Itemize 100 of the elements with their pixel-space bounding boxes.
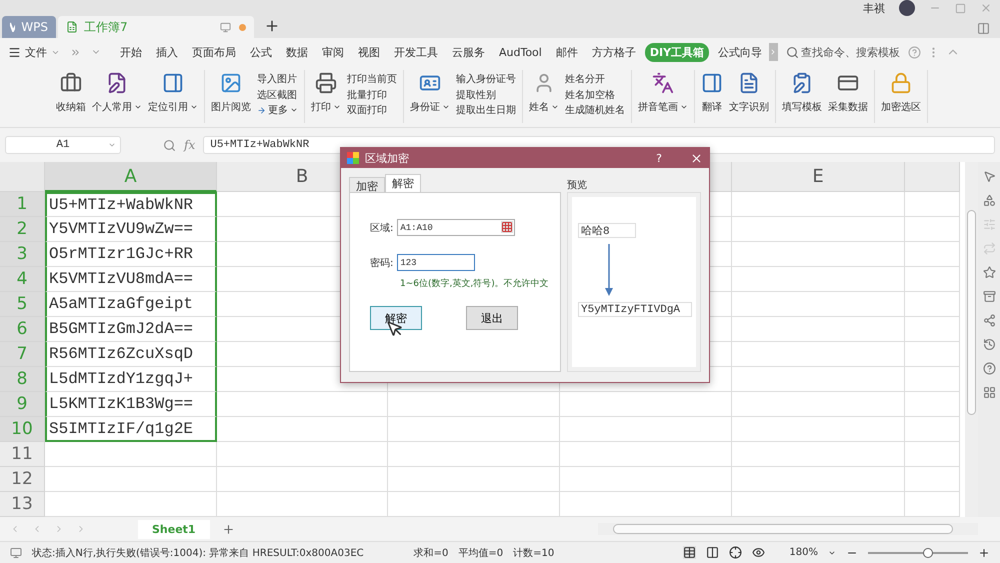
share-icon[interactable] <box>982 314 996 327</box>
slider-thumb[interactable] <box>923 548 933 558</box>
clipboard-icon <box>791 72 813 94</box>
ribbon-button[interactable]: 批量打印 <box>347 88 397 102</box>
ribbon-button[interactable]: 姓名分开 <box>565 72 625 86</box>
note-icon <box>106 72 128 94</box>
user-name: 丰祺 <box>863 0 885 16</box>
history-icon[interactable] <box>982 338 996 351</box>
horizontal-scrollbar[interactable] <box>598 523 978 535</box>
normal-view-icon[interactable] <box>683 546 696 559</box>
menu-tab[interactable]: 方方格子 <box>586 42 641 62</box>
app-icon <box>347 152 359 164</box>
row-header[interactable]: 11 <box>0 442 45 467</box>
help-button[interactable]: ? <box>656 152 662 164</box>
reading-mode-icon[interactable] <box>729 546 742 559</box>
scroll-thumb[interactable] <box>967 210 976 415</box>
zoom-icon[interactable] <box>163 138 176 152</box>
pointer-icon[interactable] <box>982 170 996 183</box>
table-cell: S5IMTIzIF/q1g2E <box>45 417 217 442</box>
ribbon-button[interactable]: 提取性别 <box>456 88 516 102</box>
help-icon[interactable] <box>908 46 922 58</box>
ribbon-button[interactable]: 导入图片 <box>257 72 298 86</box>
ribbon-button[interactable]: 输入身份证号 <box>456 72 516 86</box>
range-field[interactable]: A1:A10 <box>397 219 516 236</box>
star-icon[interactable] <box>982 266 996 279</box>
ribbon-button[interactable]: 双面打印 <box>347 103 397 117</box>
table-cell: K5VMTIzVU8mdA== <box>45 267 217 292</box>
shapes-icon[interactable] <box>982 194 996 207</box>
ribbon-button[interactable]: 姓名 <box>529 70 559 123</box>
ribbon-button[interactable]: 生成随机姓名 <box>565 103 625 117</box>
menu-tab[interactable]: 页面布局 <box>187 42 241 62</box>
ribbon-button[interactable]: 打印 <box>311 70 341 123</box>
ribbon-button[interactable]: 更多 <box>257 103 298 117</box>
table-cell <box>905 342 960 367</box>
ribbon-button[interactable]: 收纳箱 <box>56 70 86 123</box>
preview-title: 预览 <box>567 179 588 192</box>
ribbon-button[interactable]: 填写模板 <box>782 70 822 123</box>
ribbon-button[interactable]: 拼音笔画 <box>638 70 688 123</box>
apps-icon[interactable] <box>982 386 996 399</box>
dialog-tab[interactable]: 加密 <box>349 177 385 192</box>
table-cell: Y5VMTIzVU9wZw== <box>45 217 217 242</box>
dialog-button[interactable]: 解密 <box>370 306 422 330</box>
close-button[interactable] <box>690 152 703 164</box>
vertical-scrollbar[interactable] <box>965 162 978 517</box>
ribbon-button[interactable]: 个人常用 <box>92 70 142 123</box>
caret-icon <box>108 141 116 149</box>
ribbon-button[interactable]: 打印当前页 <box>347 72 397 86</box>
monitor-icon <box>220 22 231 32</box>
ribbon-button[interactable]: 提取出生日期 <box>456 103 516 117</box>
table-cell: U5+MTIz+WabWkNR <box>45 192 217 217</box>
search-field[interactable]: 查找命令、搜索模板 <box>801 44 900 60</box>
scroll-thumb[interactable] <box>613 524 953 534</box>
table-cell: B5GMTIzGmJ2dA== <box>45 317 217 342</box>
ribbon-button[interactable]: 翻译 <box>701 70 723 123</box>
new-tab-button[interactable] <box>264 18 280 34</box>
row-header[interactable]: 12 <box>0 467 45 492</box>
name-box[interactable]: A1 <box>5 136 121 154</box>
ribbon-button[interactable]: 选区截图 <box>257 88 298 102</box>
menu-tab[interactable]: 开始 <box>115 42 147 62</box>
ribbon-button[interactable]: 姓名加空格 <box>565 88 625 102</box>
menu-tab[interactable]: 公式向导 <box>713 42 768 62</box>
more-icon[interactable] <box>70 46 81 58</box>
dialog-tab[interactable]: 解密 <box>385 174 421 192</box>
maximize-button[interactable] <box>955 2 966 14</box>
lock-icon <box>890 72 912 94</box>
eye-icon[interactable] <box>752 546 766 559</box>
search-icon <box>786 46 800 58</box>
row-header[interactable]: 13 <box>0 492 45 517</box>
scroll-right-button[interactable] <box>769 43 778 61</box>
menu-tab[interactable]: 公式 <box>245 42 277 62</box>
file-menu[interactable]: 文件 <box>25 44 47 60</box>
ribbon-button[interactable]: 采集数据 <box>828 70 868 123</box>
add-sheet-button[interactable] <box>222 522 235 536</box>
zoom-level[interactable]: 180% <box>789 547 818 558</box>
menu-tab[interactable]: 云服务 <box>447 42 490 62</box>
archive-icon[interactable] <box>982 290 996 303</box>
ribbon-button[interactable]: 图片阅览 <box>211 70 251 123</box>
menu-tab[interactable]: 审阅 <box>317 42 349 62</box>
menu-tab[interactable]: AudTool <box>494 44 547 60</box>
password-field[interactable]: 123 <box>397 254 476 271</box>
help-icon[interactable] <box>982 362 996 375</box>
dialog-button[interactable]: 退出 <box>466 306 518 330</box>
zoom-in-button[interactable] <box>978 546 990 558</box>
down-arrow-icon <box>604 244 614 296</box>
menu-tab[interactable]: 数据 <box>281 42 313 62</box>
layout-icon[interactable] <box>977 22 990 35</box>
menu-icon[interactable] <box>8 46 21 58</box>
menu-tab[interactable]: 插入 <box>151 42 183 62</box>
menu-tab[interactable]: 开发工具 <box>389 42 443 62</box>
page-view-icon[interactable] <box>706 546 720 559</box>
ribbon-button[interactable]: 文字识别 <box>729 70 769 123</box>
ribbon-button[interactable]: 定位引用 <box>148 70 198 123</box>
table-cell <box>905 192 960 217</box>
ribbon-button[interactable]: 加密选区 <box>881 70 921 123</box>
ribbon-button[interactable]: 身份证 <box>410 70 450 123</box>
column-header[interactable]: E <box>732 162 905 192</box>
sheet-tab[interactable]: Sheet1 <box>138 520 210 538</box>
range-picker-icon[interactable] <box>501 221 514 233</box>
menu-tab[interactable]: 视图 <box>353 42 385 62</box>
menu-tab[interactable]: 邮件 <box>550 42 583 62</box>
